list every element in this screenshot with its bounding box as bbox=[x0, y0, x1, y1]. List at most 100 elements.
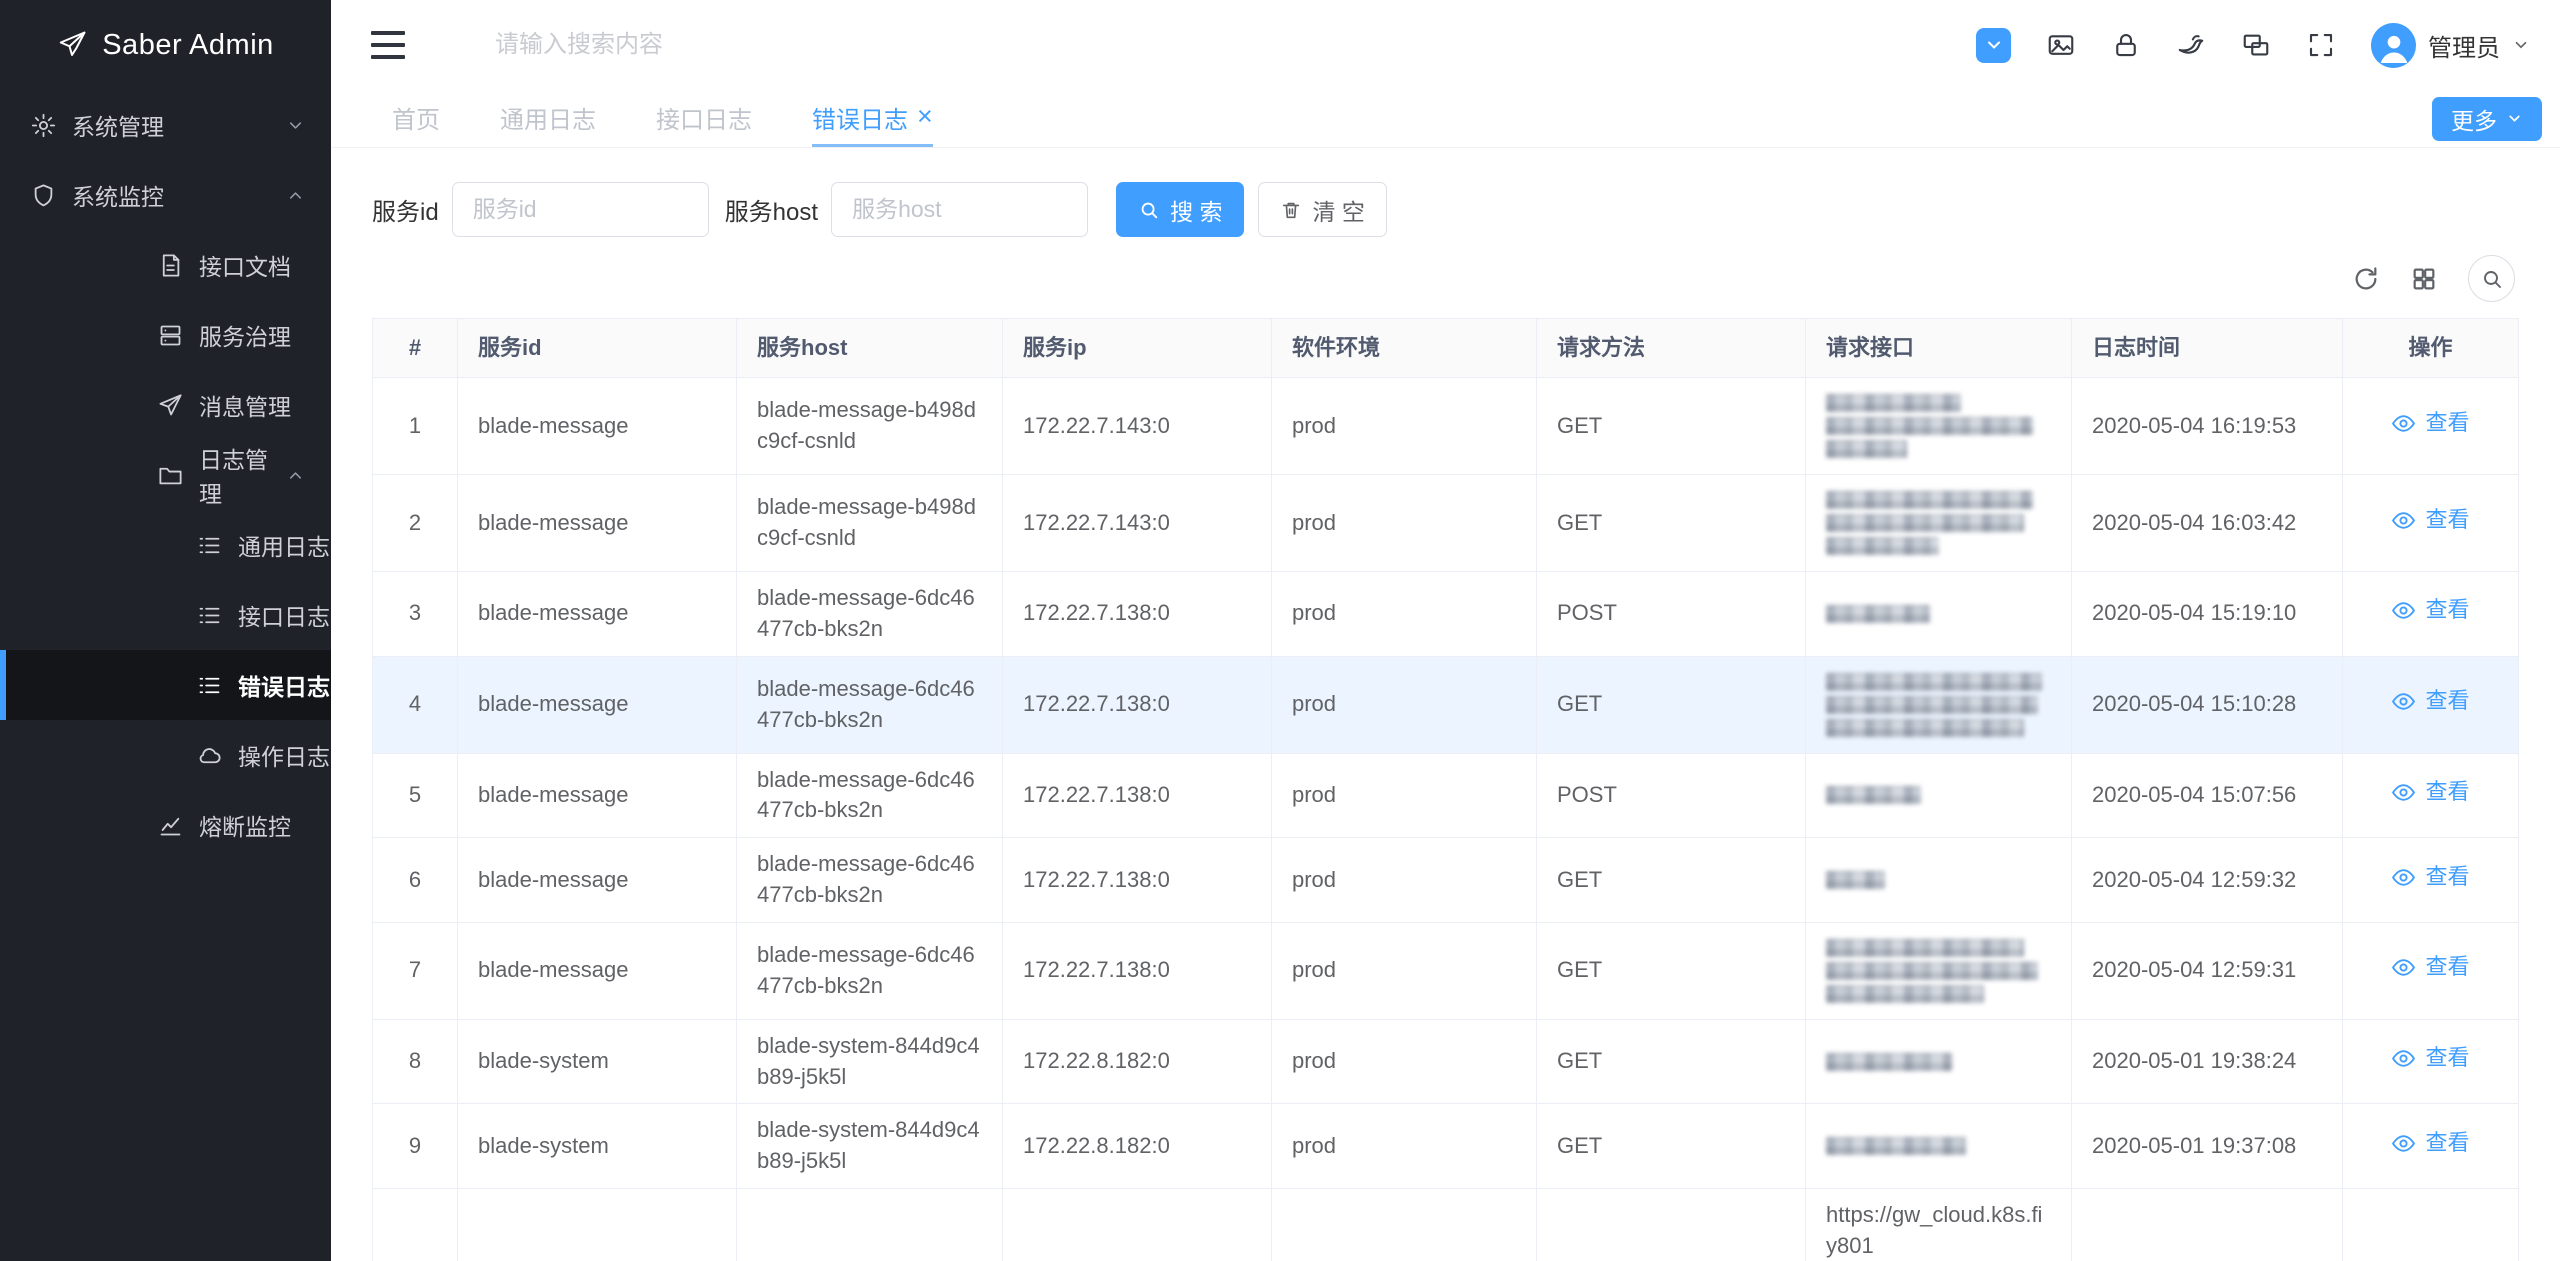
page: Saber Admin 系统管理系统监控接口文档服务治理消息管理日志管理通用日志… bbox=[0, 0, 2560, 1261]
cell-method: GET bbox=[1537, 656, 1806, 753]
service-id-input[interactable] bbox=[452, 182, 709, 237]
table-body: 1 blade-message blade-message-b498dc9cf-… bbox=[373, 378, 2519, 1261]
cell-log-time: 2020-05-04 12:59:32 bbox=[2072, 838, 2343, 923]
error-log-table: # 服务id 服务host 服务ip 软件环境 请求方法 请求接口 日志时间 操… bbox=[372, 318, 2519, 1261]
fullscreen-icon[interactable] bbox=[2306, 30, 2336, 60]
view-link-label: 查看 bbox=[2425, 1043, 2469, 1074]
service-host-input[interactable] bbox=[831, 182, 1088, 237]
table-row[interactable]: 6 blade-message blade-message-6dc46477cb… bbox=[373, 838, 2519, 923]
chevron-down-icon bbox=[2512, 36, 2530, 54]
cell-service-host: blade-message-b498dc9cf-csnld bbox=[737, 378, 1003, 475]
sidebar-item-label: 操作日志 bbox=[238, 738, 330, 772]
col-header-request-api: 请求接口 bbox=[1806, 319, 2072, 378]
table-row[interactable]: 3 blade-message blade-message-6dc46477cb… bbox=[373, 572, 2519, 657]
tab-label: 接口日志 bbox=[656, 100, 752, 135]
cell-service-host: blade-message-6dc46477cb-bks2n bbox=[737, 656, 1003, 753]
sidebar-item-label: 接口文档 bbox=[199, 248, 291, 282]
dove-icon[interactable] bbox=[2176, 30, 2206, 60]
cell-service-ip: 172.22.7.138:0 bbox=[1003, 753, 1272, 838]
cell-request-api bbox=[1806, 753, 2072, 838]
view-link[interactable]: 查看 bbox=[2391, 505, 2469, 536]
avatar bbox=[2371, 23, 2416, 68]
cell-actions: 查看 bbox=[2343, 378, 2519, 475]
shield-icon bbox=[30, 182, 57, 209]
table-row[interactable]: 5 blade-message blade-message-6dc46477cb… bbox=[373, 753, 2519, 838]
table-row[interactable]: 1 blade-message blade-message-b498dc9cf-… bbox=[373, 378, 2519, 475]
cell-service-id: blade-message bbox=[458, 838, 737, 923]
clear-button[interactable]: 清 空 bbox=[1258, 182, 1386, 237]
view-link[interactable]: 查看 bbox=[2391, 952, 2469, 983]
sidebar-item-system-monitor[interactable]: 系统监控 bbox=[0, 160, 331, 230]
view-link[interactable]: 查看 bbox=[2391, 1043, 2469, 1074]
cell-index: 8 bbox=[373, 1019, 458, 1104]
folder-icon bbox=[157, 462, 184, 489]
eye-icon bbox=[2391, 1046, 2416, 1071]
user-menu[interactable]: 管理员 bbox=[2371, 23, 2530, 68]
logo[interactable]: Saber Admin bbox=[0, 0, 331, 90]
table-row[interactable]: 2 blade-message blade-message-b498dc9cf-… bbox=[373, 475, 2519, 572]
cell-service-ip: 172.22.7.143:0 bbox=[1003, 378, 1272, 475]
sidebar-item-operation-log[interactable]: 操作日志 bbox=[0, 720, 331, 790]
filter-row: 服务id 服务host 搜 索 清 空 bbox=[372, 182, 2519, 237]
eye-icon bbox=[2391, 689, 2416, 714]
sidebar-item-circuit-monitor[interactable]: 熔断监控 bbox=[0, 790, 331, 860]
cell-method: GET bbox=[1537, 378, 1806, 475]
view-link[interactable]: 查看 bbox=[2391, 595, 2469, 626]
search-toggle-icon[interactable] bbox=[2468, 255, 2515, 302]
view-link[interactable]: 查看 bbox=[2391, 686, 2469, 717]
table-row[interactable]: 9 blade-system blade-system-844d9c4b89-j… bbox=[373, 1104, 2519, 1189]
tab-api-log[interactable]: 接口日志 bbox=[656, 90, 752, 147]
view-link[interactable]: 查看 bbox=[2391, 777, 2469, 808]
cell-service-id: blade-message bbox=[458, 753, 737, 838]
cell-method: GET bbox=[1537, 838, 1806, 923]
cell-env: prod bbox=[1272, 922, 1537, 1019]
lock-icon[interactable] bbox=[2111, 30, 2141, 60]
view-link[interactable]: 查看 bbox=[2391, 1128, 2469, 1159]
cell-service-id: blade-system bbox=[458, 1019, 737, 1104]
chevron-up-icon bbox=[286, 466, 305, 485]
menu-collapse-icon[interactable] bbox=[371, 31, 405, 59]
tab-bar: 首页 通用日志 接口日志 错误日志 × 更多 bbox=[331, 90, 2560, 148]
redacted-text bbox=[1826, 491, 2033, 509]
sidebar-item-system-management[interactable]: 系统管理 bbox=[0, 90, 331, 160]
table-row[interactable]: https://gw_cloud.k8s.fiy801 查看 bbox=[373, 1188, 2519, 1261]
sidebar-item-general-log[interactable]: 通用日志 bbox=[0, 510, 331, 580]
col-header-index: # bbox=[373, 319, 458, 378]
cell-request-api bbox=[1806, 922, 2072, 1019]
sidebar-item-api-log[interactable]: 接口日志 bbox=[0, 580, 331, 650]
tab-home[interactable]: 首页 bbox=[392, 90, 440, 147]
tab-error-log[interactable]: 错误日志 × bbox=[812, 90, 933, 147]
more-button[interactable]: 更多 bbox=[2432, 97, 2542, 141]
grid-columns-icon[interactable] bbox=[2410, 265, 2438, 293]
cell-log-time: 2020-05-04 15:07:56 bbox=[2072, 753, 2343, 838]
list-icon bbox=[196, 602, 223, 629]
table-row[interactable]: 7 blade-message blade-message-6dc46477cb… bbox=[373, 922, 2519, 1019]
screenshot-icon[interactable] bbox=[2046, 30, 2076, 60]
topbar: 管理员 bbox=[331, 0, 2560, 90]
cell-service-ip: 172.22.7.138:0 bbox=[1003, 922, 1272, 1019]
multi-screen-icon[interactable] bbox=[2241, 30, 2271, 60]
global-search-input[interactable] bbox=[495, 31, 925, 59]
tab-general-log[interactable]: 通用日志 bbox=[500, 90, 596, 147]
table-toolbar bbox=[372, 255, 2515, 302]
refresh-icon[interactable] bbox=[2352, 265, 2380, 293]
tab-label: 错误日志 bbox=[812, 100, 908, 135]
cell-index: 3 bbox=[373, 572, 458, 657]
cell-log-time: 2020-05-04 12:59:31 bbox=[2072, 922, 2343, 1019]
sidebar-item-error-log[interactable]: 错误日志 bbox=[0, 650, 331, 720]
cell-request-api bbox=[1806, 572, 2072, 657]
table-row[interactable]: 8 blade-system blade-system-844d9c4b89-j… bbox=[373, 1019, 2519, 1104]
sidebar-item-message-management[interactable]: 消息管理 bbox=[0, 370, 331, 440]
tab-close-icon[interactable]: × bbox=[917, 103, 933, 130]
sidebar-item-api-docs[interactable]: 接口文档 bbox=[0, 230, 331, 300]
view-link[interactable]: 查看 bbox=[2391, 408, 2469, 439]
table-row[interactable]: 4 blade-message blade-message-6dc46477cb… bbox=[373, 656, 2519, 753]
col-header-service-id: 服务id bbox=[458, 319, 737, 378]
search-button[interactable]: 搜 索 bbox=[1116, 182, 1244, 237]
cloud-icon bbox=[196, 742, 223, 769]
sidebar-item-service-governance[interactable]: 服务治理 bbox=[0, 300, 331, 370]
theme-color-icon[interactable] bbox=[1976, 28, 2011, 63]
view-link[interactable]: 查看 bbox=[2391, 862, 2469, 893]
sidebar-item-log-management[interactable]: 日志管理 bbox=[0, 440, 331, 510]
cell-service-ip: 172.22.7.138:0 bbox=[1003, 572, 1272, 657]
